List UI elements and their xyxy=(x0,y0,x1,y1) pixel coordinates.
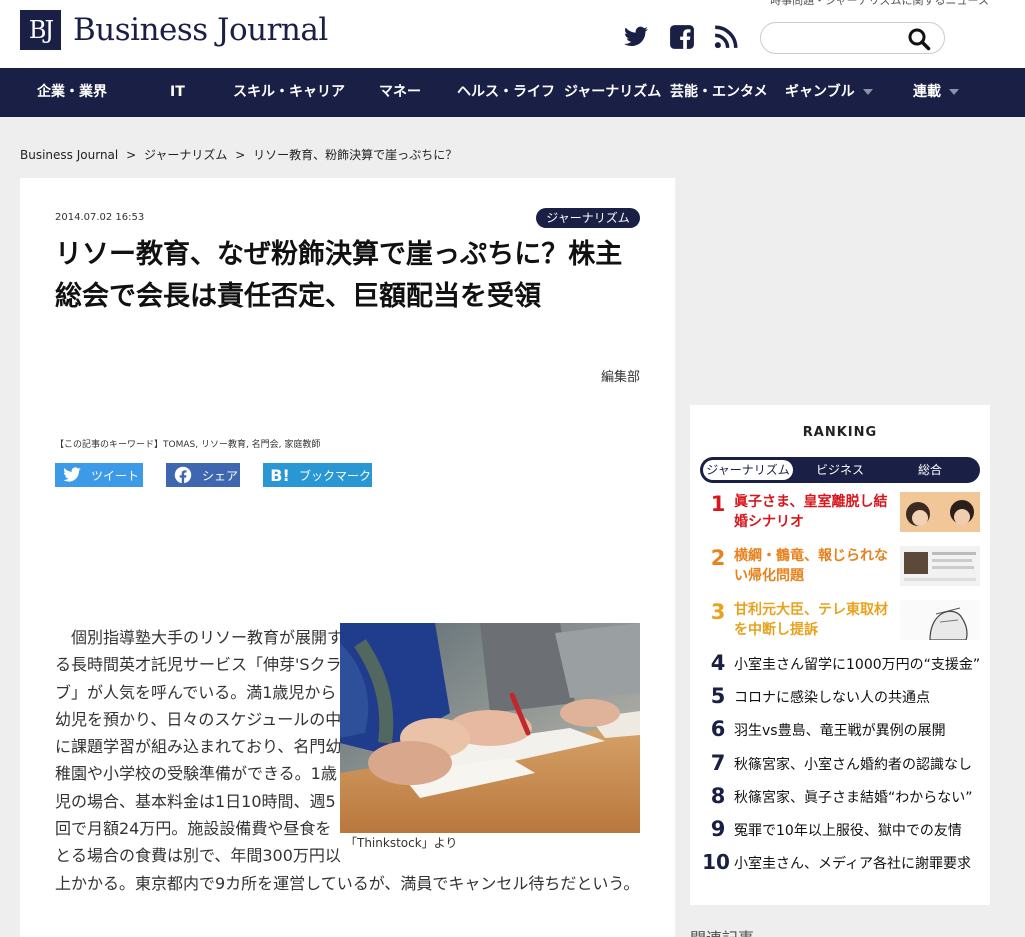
facebook-share-button[interactable]: シェア xyxy=(166,463,240,487)
ranking-number: 8 xyxy=(710,783,726,808)
ranking-number: 6 xyxy=(710,717,726,742)
ranking-number: 1 xyxy=(710,492,726,516)
nav-item-series[interactable]: 連載 xyxy=(913,68,959,117)
category-badge[interactable]: ジャーナリズム xyxy=(536,208,640,228)
site-logo[interactable]: BJ Business Journal xyxy=(20,10,328,50)
ranking-headline: 小室圭さん留学に1000万円の“支援金” xyxy=(734,657,981,673)
related-heading: 関連記事 xyxy=(690,925,754,937)
nav-label: スキル・キャリア xyxy=(233,84,345,100)
nav-item-business[interactable]: 企業・業界 xyxy=(37,68,107,117)
site-header: BJ Business Journal 時事問題・ジャーナリズムに関するニュース xyxy=(0,0,1025,68)
nav-label: 芸能・エンタメ xyxy=(670,84,768,100)
ranking-title: RANKING xyxy=(802,425,878,440)
breadcrumb: Business Journal > ジャーナリズム > リソー教育、粉飾決算で… xyxy=(20,146,461,163)
article-title: リソー教育、なぜ粉飾決算で崖っぷちに？株主総会で会長は責任否定、巨額配当を受領 xyxy=(55,239,623,312)
search-box xyxy=(760,22,945,54)
nav-item-money[interactable]: マネー xyxy=(379,68,421,117)
nav-label: IT xyxy=(170,84,185,100)
article: 2014.07.02 16:53 ジャーナリズム リソー教育、なぜ粉飾決算で崖っ… xyxy=(20,178,675,937)
photo-spacer xyxy=(347,624,645,852)
breadcrumb-separator: > xyxy=(126,148,137,162)
nav-label: 連載 xyxy=(913,84,941,100)
logo-text: Business Journal xyxy=(73,12,328,48)
logo-mark: BJ xyxy=(20,10,61,50)
hatena-bookmark-icon: B! xyxy=(270,465,290,485)
article-body: 個別指導塾大手のリソー教育が展開する長時間英才託児サービス「伸芽'Sクラブ」が人… xyxy=(55,624,645,897)
bookmark-label: ブックマーク xyxy=(299,468,372,483)
article-date: 2014.07.02 16:53 xyxy=(55,212,145,223)
chevron-down-icon xyxy=(949,89,959,95)
tweet-label: ツイート xyxy=(91,468,140,483)
nav-item-journalism[interactable]: ジャーナリズム xyxy=(564,68,661,117)
search-icon[interactable] xyxy=(906,27,932,51)
tab-overall[interactable]: 総合 xyxy=(890,460,970,480)
facebook-icon[interactable] xyxy=(668,24,696,50)
twitter-icon xyxy=(61,466,83,484)
rss-icon[interactable] xyxy=(712,24,740,50)
nav-item-career[interactable]: スキル・キャリア xyxy=(233,68,345,117)
twitter-icon[interactable] xyxy=(622,24,650,50)
bookmark-button[interactable]: B! ブックマーク xyxy=(263,463,372,487)
ranking-thumbnail[interactable] xyxy=(900,600,980,640)
nav-label: マネー xyxy=(379,84,421,100)
nav-item-entertainment[interactable]: 芸能・エンタメ xyxy=(670,68,768,117)
ranking-thumbnail[interactable] xyxy=(900,492,980,532)
nav-item-health[interactable]: ヘルス・ライフ xyxy=(457,68,555,117)
ranking-headline: 冤罪で10年以上服役、獄中での友情 xyxy=(734,823,962,839)
tweet-button[interactable]: ツイート xyxy=(55,463,143,487)
breadcrumb-home[interactable]: Business Journal xyxy=(20,148,118,162)
ranking-tabs: ジャーナリズム ビジネス 総合 xyxy=(700,457,980,483)
ranking-number: 4 xyxy=(710,651,726,675)
ranking-number: 5 xyxy=(710,684,726,709)
facebook-icon xyxy=(172,466,194,484)
tab-journalism[interactable]: ジャーナリズム xyxy=(703,460,793,480)
breadcrumb-separator: > xyxy=(235,148,246,162)
site-tagline: 時事問題・ジャーナリズムに関するニュース xyxy=(770,0,989,7)
nav-label: ギャンブル xyxy=(785,84,855,100)
nav-item-gamble[interactable]: ギャンブル xyxy=(785,68,873,117)
article-keywords: 【この記事のキーワード】TOMAS, リソー教育, 名門会, 家庭教師 xyxy=(55,440,321,450)
nav-item-it[interactable]: IT xyxy=(170,68,185,117)
chevron-down-icon xyxy=(862,89,873,95)
ranking-headline: 小室圭さん、メディア各社に謝罪要求 xyxy=(734,856,972,873)
breadcrumb-current: リソー教育、粉飾決算で崖っぷちに？ xyxy=(253,148,458,162)
ranking-headline: 横綱・鶴竜、報じられない帰化問題 xyxy=(734,548,888,584)
ranking-number: 10 xyxy=(702,850,730,875)
ranking-headline: 秋篠宮家、小室さん婚約者の認識なし xyxy=(734,756,972,773)
ranking-number: 3 xyxy=(710,600,726,624)
ranking-number: 9 xyxy=(710,817,726,841)
ranking-thumbnail[interactable] xyxy=(900,546,980,586)
ranking-widget: RANKING ジャーナリズム ビジネス 総合 1 眞子さま、皇室離脱し結婚シナリ… xyxy=(690,405,990,905)
sidebar-ad-slot xyxy=(690,178,990,368)
nav-label: ヘルス・ライフ xyxy=(457,84,555,100)
ranking-headline: コロナに感染しない人の共通点 xyxy=(734,690,930,707)
ranking-headline: 羽生vs豊島、竜王戦が異例の展開 xyxy=(734,723,946,740)
ranking-number: 2 xyxy=(710,546,726,570)
tab-business[interactable]: ビジネス xyxy=(800,460,880,480)
breadcrumb-category[interactable]: ジャーナリズム xyxy=(144,148,227,162)
article-author: 編集部 xyxy=(600,370,640,385)
nav-label: ジャーナリズム xyxy=(564,84,662,100)
main-nav: 企業・業界 IT スキル・キャリア マネー ヘルス・ライフ ジャーナリズム 芸能… xyxy=(0,68,1025,117)
search-input[interactable] xyxy=(773,23,913,53)
ranking-headline: 眞子さま、皇室離脱し結婚シナリオ xyxy=(734,494,888,530)
nav-label: 企業・業界 xyxy=(37,84,107,100)
ranking-number: 7 xyxy=(710,750,726,775)
ranking-headline: 秋篠宮家、眞子さま結婚“わからない” xyxy=(734,789,973,806)
share-label: シェア xyxy=(202,468,239,483)
ranking-headline: 甘利元大臣、テレ東取材を中断し提訴 xyxy=(734,602,888,638)
